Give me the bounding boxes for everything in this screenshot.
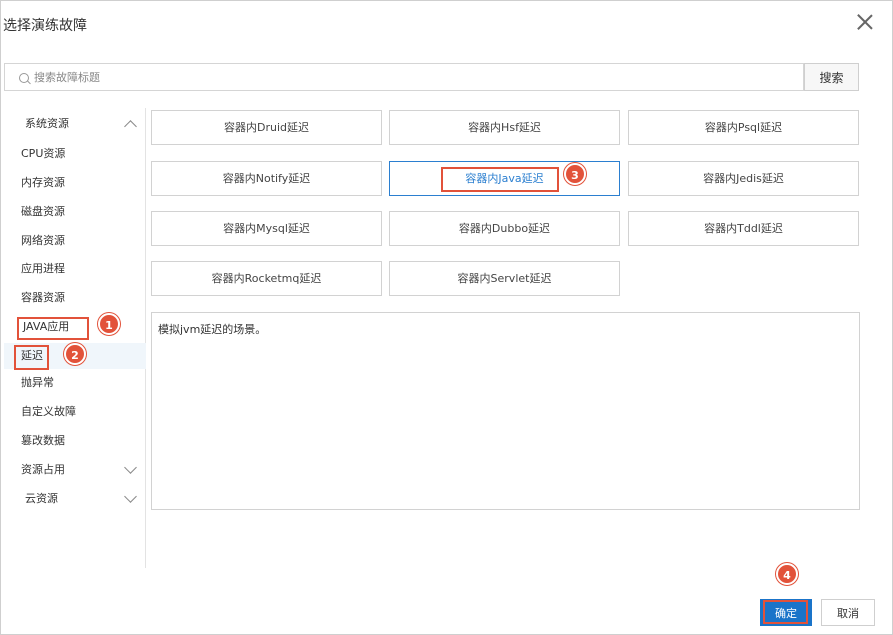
sidebar-group-system-resources[interactable]: 系统资源 [4, 111, 146, 137]
sidebar-item-container[interactable]: 容器资源 [4, 285, 146, 311]
sidebar-group-cloud-resources[interactable]: 云资源 [4, 486, 146, 512]
search-button[interactable]: 搜索 [804, 63, 859, 91]
sidebar-item-label: 磁盘资源 [21, 205, 65, 218]
sidebar-item-memory[interactable]: 内存资源 [4, 170, 146, 196]
confirm-button[interactable]: 确定 [760, 599, 812, 626]
search-input[interactable] [34, 68, 794, 86]
search-box [4, 63, 804, 91]
annotation-badge-1: 1 [98, 313, 120, 335]
sidebar-item-custom-fault[interactable]: 自定义故障 [4, 399, 146, 425]
sidebar-item-label: 篡改数据 [21, 434, 65, 447]
fault-option-notify[interactable]: 容器内Notify延迟 [151, 161, 382, 196]
chevron-down-icon[interactable] [124, 461, 137, 474]
sidebar-item-resource-usage[interactable]: 资源占用 [4, 457, 146, 483]
search-icon [19, 73, 29, 83]
sidebar-item-label: 应用进程 [21, 262, 65, 275]
close-icon[interactable] [856, 13, 874, 31]
fault-option-druid[interactable]: 容器内Druid延迟 [151, 110, 382, 145]
sidebar-item-label: 云资源 [25, 492, 58, 505]
cancel-button[interactable]: 取消 [821, 599, 875, 626]
sidebar-item-label: 延迟 [21, 349, 43, 362]
sidebar-item-label: JAVA应用 [23, 320, 70, 333]
sidebar-item-process[interactable]: 应用进程 [4, 256, 146, 282]
category-sidebar: 系统资源 CPU资源 内存资源 磁盘资源 网络资源 应用进程 容器资源 JAVA… [4, 108, 146, 568]
sidebar-item-label: 资源占用 [21, 463, 65, 476]
annotation-badge-2: 2 [64, 343, 86, 365]
annotation-badge-3: 3 [564, 163, 586, 185]
dialog-title: 选择演练故障 [3, 18, 87, 34]
fault-option-servlet[interactable]: 容器内Servlet延迟 [389, 261, 620, 296]
fault-option-psql[interactable]: 容器内Psql延迟 [628, 110, 859, 145]
sidebar-item-tamper-data[interactable]: 篡改数据 [4, 428, 146, 454]
sidebar-item-network[interactable]: 网络资源 [4, 228, 146, 254]
sidebar-item-label: 自定义故障 [21, 405, 76, 418]
fault-option-rocketmq[interactable]: 容器内Rocketmq延迟 [151, 261, 382, 296]
chevron-down-icon[interactable] [124, 490, 137, 503]
sidebar-item-label: 抛异常 [21, 376, 54, 389]
fault-option-mysql[interactable]: 容器内Mysql延迟 [151, 211, 382, 246]
fault-option-java[interactable]: 容器内Java延迟 [389, 161, 620, 196]
sidebar-item-label: 容器资源 [21, 291, 65, 304]
fault-select-dialog: 选择演练故障 搜索 系统资源 CPU资源 内存资源 磁盘资源 网络资源 应用进程… [0, 0, 893, 635]
fault-option-dubbo[interactable]: 容器内Dubbo延迟 [389, 211, 620, 246]
fault-option-jedis[interactable]: 容器内Jedis延迟 [628, 161, 859, 196]
sidebar-item-label: CPU资源 [21, 147, 66, 160]
fault-option-hsf[interactable]: 容器内Hsf延迟 [389, 110, 620, 145]
chevron-up-icon[interactable] [124, 120, 137, 133]
fault-description: 模拟jvm延迟的场景。 [151, 312, 860, 510]
sidebar-item-label: 系统资源 [25, 117, 69, 130]
sidebar-item-throw-exception[interactable]: 抛异常 [4, 370, 146, 396]
sidebar-item-disk[interactable]: 磁盘资源 [4, 199, 146, 225]
sidebar-item-label: 网络资源 [21, 234, 65, 247]
annotation-badge-4: 4 [776, 563, 798, 585]
sidebar-group-java-app[interactable]: JAVA应用 [4, 314, 146, 360]
fault-option-tddl[interactable]: 容器内Tddl延迟 [628, 211, 859, 246]
sidebar-item-cpu[interactable]: CPU资源 [4, 141, 146, 167]
sidebar-item-label: 内存资源 [21, 176, 65, 189]
